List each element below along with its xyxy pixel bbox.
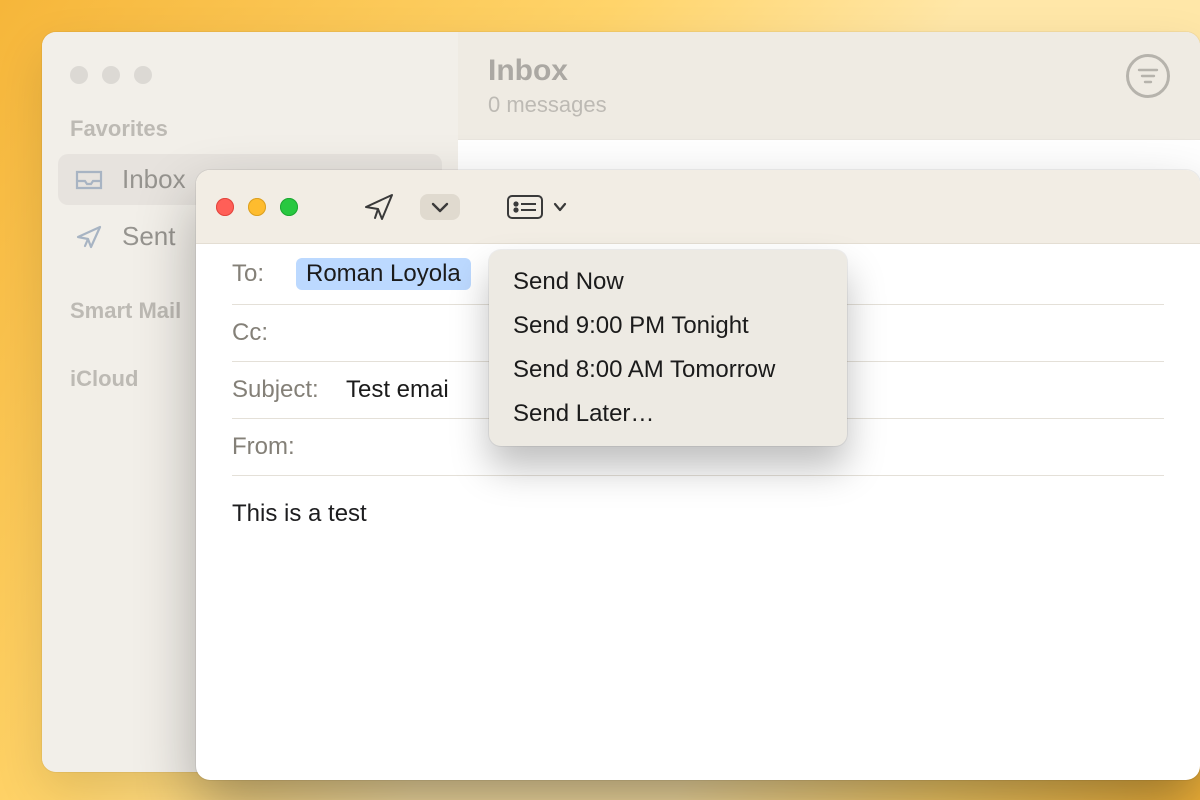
sidebar-item-label: Sent	[122, 221, 176, 252]
subject-value[interactable]: Test emai	[346, 376, 449, 404]
inbox-tray-icon	[74, 168, 104, 192]
zoom-dot-icon[interactable]	[280, 198, 298, 216]
mailbox-subtitle: 0 messages	[488, 92, 607, 118]
cc-label: Cc:	[232, 319, 282, 347]
send-button[interactable]	[352, 185, 406, 229]
send-options-menu: Send Now Send 9:00 PM Tonight Send 8:00 …	[489, 250, 847, 446]
mailbox-title: Inbox	[488, 54, 607, 88]
subject-label: Subject:	[232, 376, 332, 404]
compose-body[interactable]: This is a test	[196, 476, 1200, 552]
paper-plane-icon	[74, 225, 104, 249]
from-label: From:	[232, 433, 295, 461]
chevron-down-icon	[552, 201, 568, 213]
menu-item-send-now[interactable]: Send Now	[489, 260, 847, 304]
menu-item-send-tomorrow[interactable]: Send 8:00 AM Tomorrow	[489, 348, 847, 392]
minimize-dot-icon[interactable]	[248, 198, 266, 216]
sidebar-group-favorites: Favorites	[42, 106, 458, 148]
zoom-dot-icon[interactable]	[134, 66, 152, 84]
list-box-icon	[506, 193, 544, 221]
close-dot-icon[interactable]	[70, 66, 88, 84]
sidebar-item-label: Inbox	[122, 164, 186, 195]
menu-item-send-tonight[interactable]: Send 9:00 PM Tonight	[489, 304, 847, 348]
recipient-token[interactable]: Roman Loyola	[296, 258, 471, 290]
header-fields-button[interactable]	[506, 193, 568, 221]
close-dot-icon[interactable]	[216, 198, 234, 216]
window-controls	[216, 198, 298, 216]
chevron-down-icon	[430, 200, 450, 214]
window-controls-inactive	[42, 50, 458, 106]
menu-item-send-later[interactable]: Send Later…	[489, 392, 847, 436]
paper-plane-icon	[362, 191, 396, 223]
compose-toolbar	[196, 170, 1200, 244]
send-options-button[interactable]	[420, 194, 460, 220]
to-label: To:	[232, 260, 282, 288]
minimize-dot-icon[interactable]	[102, 66, 120, 84]
main-header: Inbox 0 messages	[458, 32, 1200, 140]
filter-button[interactable]	[1126, 54, 1170, 98]
